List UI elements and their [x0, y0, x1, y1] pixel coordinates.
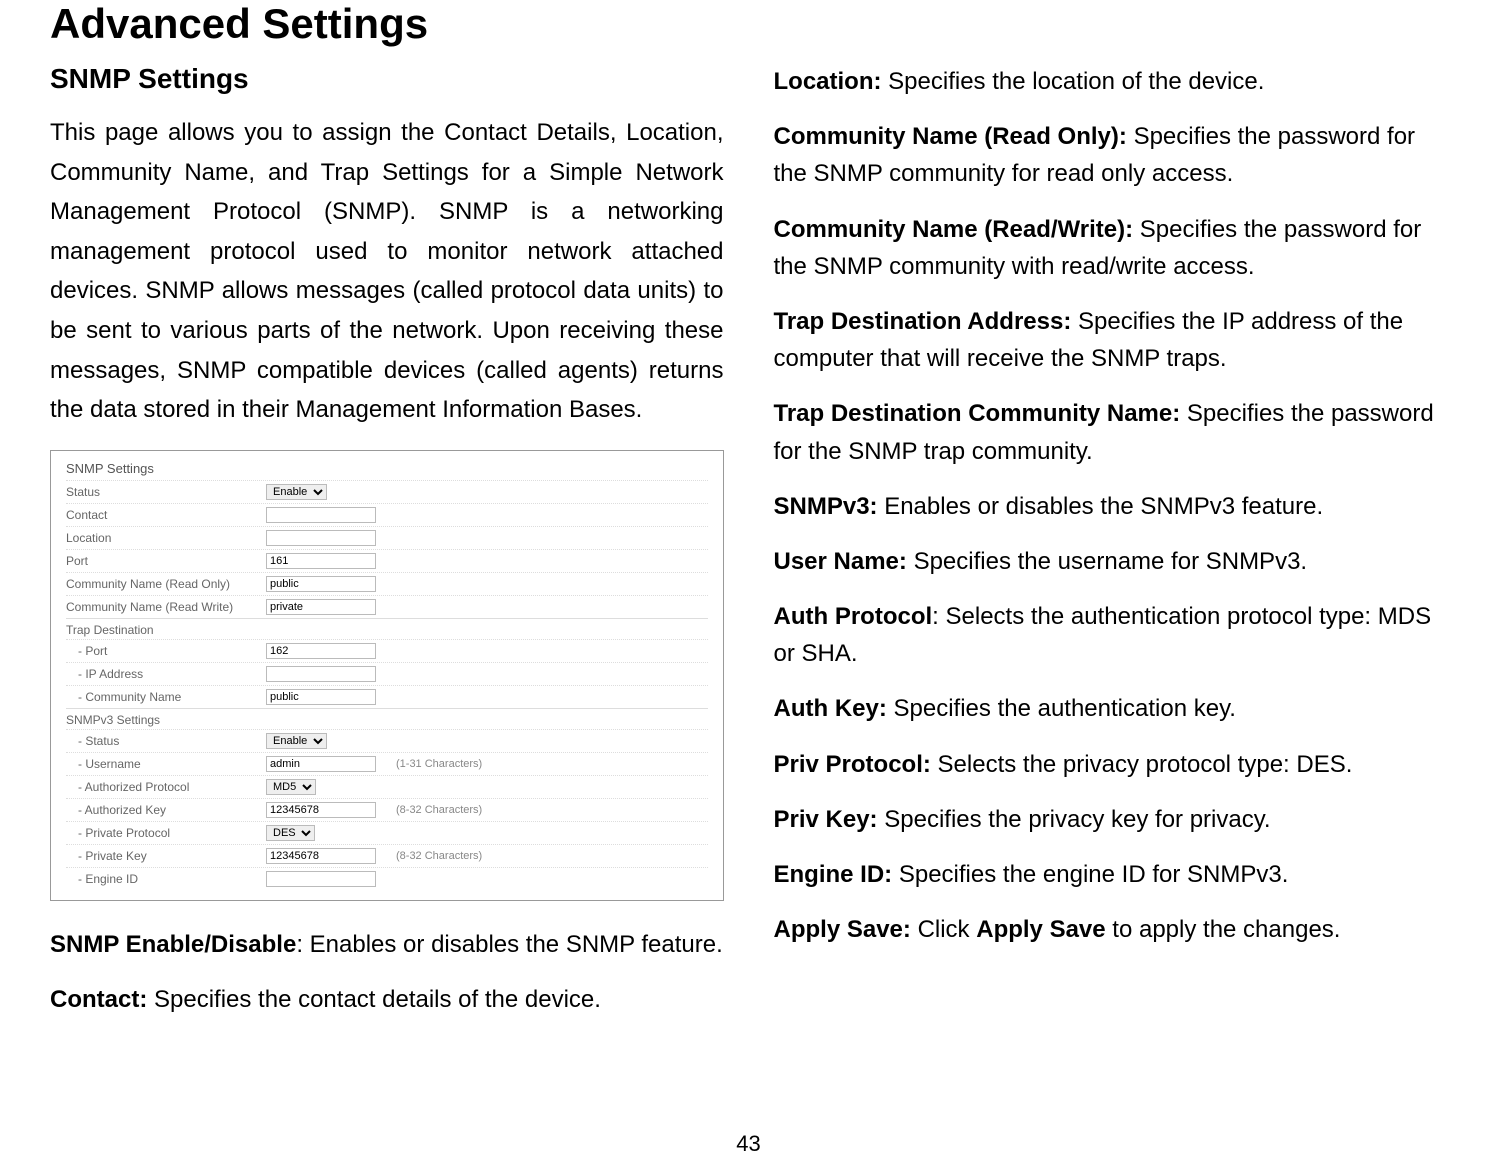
row-port: Port	[66, 549, 708, 572]
label-v3-authproto: - Authorized Protocol	[66, 780, 266, 794]
input-location[interactable]	[266, 530, 376, 546]
def-authproto: Auth Protocol: Selects the authenticatio…	[774, 598, 1448, 672]
row-v3-username: - Username (1-31 Characters)	[66, 752, 708, 775]
def-comm-rw: Community Name (Read/Write): Specifies t…	[774, 211, 1448, 285]
row-v3-engine: - Engine ID	[66, 867, 708, 890]
row-contact: Contact	[66, 503, 708, 526]
label-port: Port	[66, 554, 266, 568]
def-trap-comm: Trap Destination Community Name: Specifi…	[774, 395, 1448, 469]
label-v3-username: - Username	[66, 757, 266, 771]
label-location: Location	[66, 531, 266, 545]
input-trap-ip[interactable]	[266, 666, 376, 682]
input-comm-rw[interactable]	[266, 599, 376, 615]
def-privkey: Priv Key: Specifies the privacy key for …	[774, 801, 1448, 838]
def-location: Location: Specifies the location of the …	[774, 63, 1448, 100]
label-contact: Contact	[66, 508, 266, 522]
select-v3-status[interactable]: Enable	[266, 733, 327, 749]
section-subtitle: SNMP Settings	[50, 63, 724, 95]
row-trap-comm: - Community Name	[66, 685, 708, 708]
def-trap-addr: Trap Destination Address: Specifies the …	[774, 303, 1448, 377]
input-trap-port[interactable]	[266, 643, 376, 659]
def-snmpv3: SNMPv3: Enables or disables the SNMPv3 f…	[774, 488, 1448, 525]
label-v3-engine: - Engine ID	[66, 872, 266, 886]
left-column: SNMP Settings This page allows you to as…	[50, 63, 724, 1036]
hint-v3-username: (1-31 Characters)	[396, 758, 482, 770]
label-v3-privproto: - Private Protocol	[66, 826, 266, 840]
row-trap-ip: - IP Address	[66, 662, 708, 685]
row-v3-status: - Status Enable	[66, 729, 708, 752]
select-v3-authproto[interactable]: MD5	[266, 779, 316, 795]
def-privproto: Priv Protocol: Selects the privacy proto…	[774, 746, 1448, 783]
input-v3-engine[interactable]	[266, 871, 376, 887]
row-trap-port: - Port	[66, 639, 708, 662]
input-v3-username[interactable]	[266, 756, 376, 772]
input-port[interactable]	[266, 553, 376, 569]
row-location: Location	[66, 526, 708, 549]
two-column-layout: SNMP Settings This page allows you to as…	[50, 63, 1447, 1036]
screenshot-header: SNMP Settings	[66, 461, 708, 476]
label-comm-ro: Community Name (Read Only)	[66, 577, 266, 591]
page-number: 43	[736, 1131, 760, 1157]
row-comm-rw: Community Name (Read Write)	[66, 595, 708, 618]
label-trap-port: - Port	[66, 644, 266, 658]
label-trap-ip: - IP Address	[66, 667, 266, 681]
row-v3-authproto: - Authorized Protocol MD5	[66, 775, 708, 798]
def-engineid: Engine ID: Specifies the engine ID for S…	[774, 856, 1448, 893]
input-contact[interactable]	[266, 507, 376, 523]
hint-v3-authkey: (8-32 Characters)	[396, 804, 482, 816]
def-comm-ro: Community Name (Read Only): Specifies th…	[774, 118, 1448, 192]
trap-destination-header: Trap Destination	[66, 618, 708, 639]
label-v3-authkey: - Authorized Key	[66, 803, 266, 817]
row-status: Status Enable	[66, 480, 708, 503]
label-comm-rw: Community Name (Read Write)	[66, 600, 266, 614]
page-title: Advanced Settings	[50, 0, 1447, 48]
select-v3-privproto[interactable]: DES	[266, 825, 315, 841]
hint-v3-privkey: (8-32 Characters)	[396, 850, 482, 862]
label-v3-status: - Status	[66, 734, 266, 748]
input-comm-ro[interactable]	[266, 576, 376, 592]
def-applysave: Apply Save: Click Apply Save to apply th…	[774, 911, 1448, 948]
label-trap-comm: - Community Name	[66, 690, 266, 704]
def-username: User Name: Specifies the username for SN…	[774, 543, 1448, 580]
snmp-settings-screenshot: SNMP Settings Status Enable Contact Loca…	[50, 450, 724, 901]
input-v3-privkey[interactable]	[266, 848, 376, 864]
snmpv3-header: SNMPv3 Settings	[66, 708, 708, 729]
label-v3-privkey: - Private Key	[66, 849, 266, 863]
row-comm-ro: Community Name (Read Only)	[66, 572, 708, 595]
row-v3-authkey: - Authorized Key (8-32 Characters)	[66, 798, 708, 821]
right-column: Location: Specifies the location of the …	[774, 63, 1448, 1036]
def-authkey: Auth Key: Specifies the authentication k…	[774, 690, 1448, 727]
label-status: Status	[66, 485, 266, 499]
intro-paragraph: This page allows you to assign the Conta…	[50, 113, 724, 430]
row-v3-privkey: - Private Key (8-32 Characters)	[66, 844, 708, 867]
select-status[interactable]: Enable	[266, 484, 327, 500]
input-trap-comm[interactable]	[266, 689, 376, 705]
def-contact: Contact: Specifies the contact details o…	[50, 981, 724, 1018]
input-v3-authkey[interactable]	[266, 802, 376, 818]
def-snmp-enable: SNMP Enable/Disable: Enables or disables…	[50, 926, 724, 963]
row-v3-privproto: - Private Protocol DES	[66, 821, 708, 844]
